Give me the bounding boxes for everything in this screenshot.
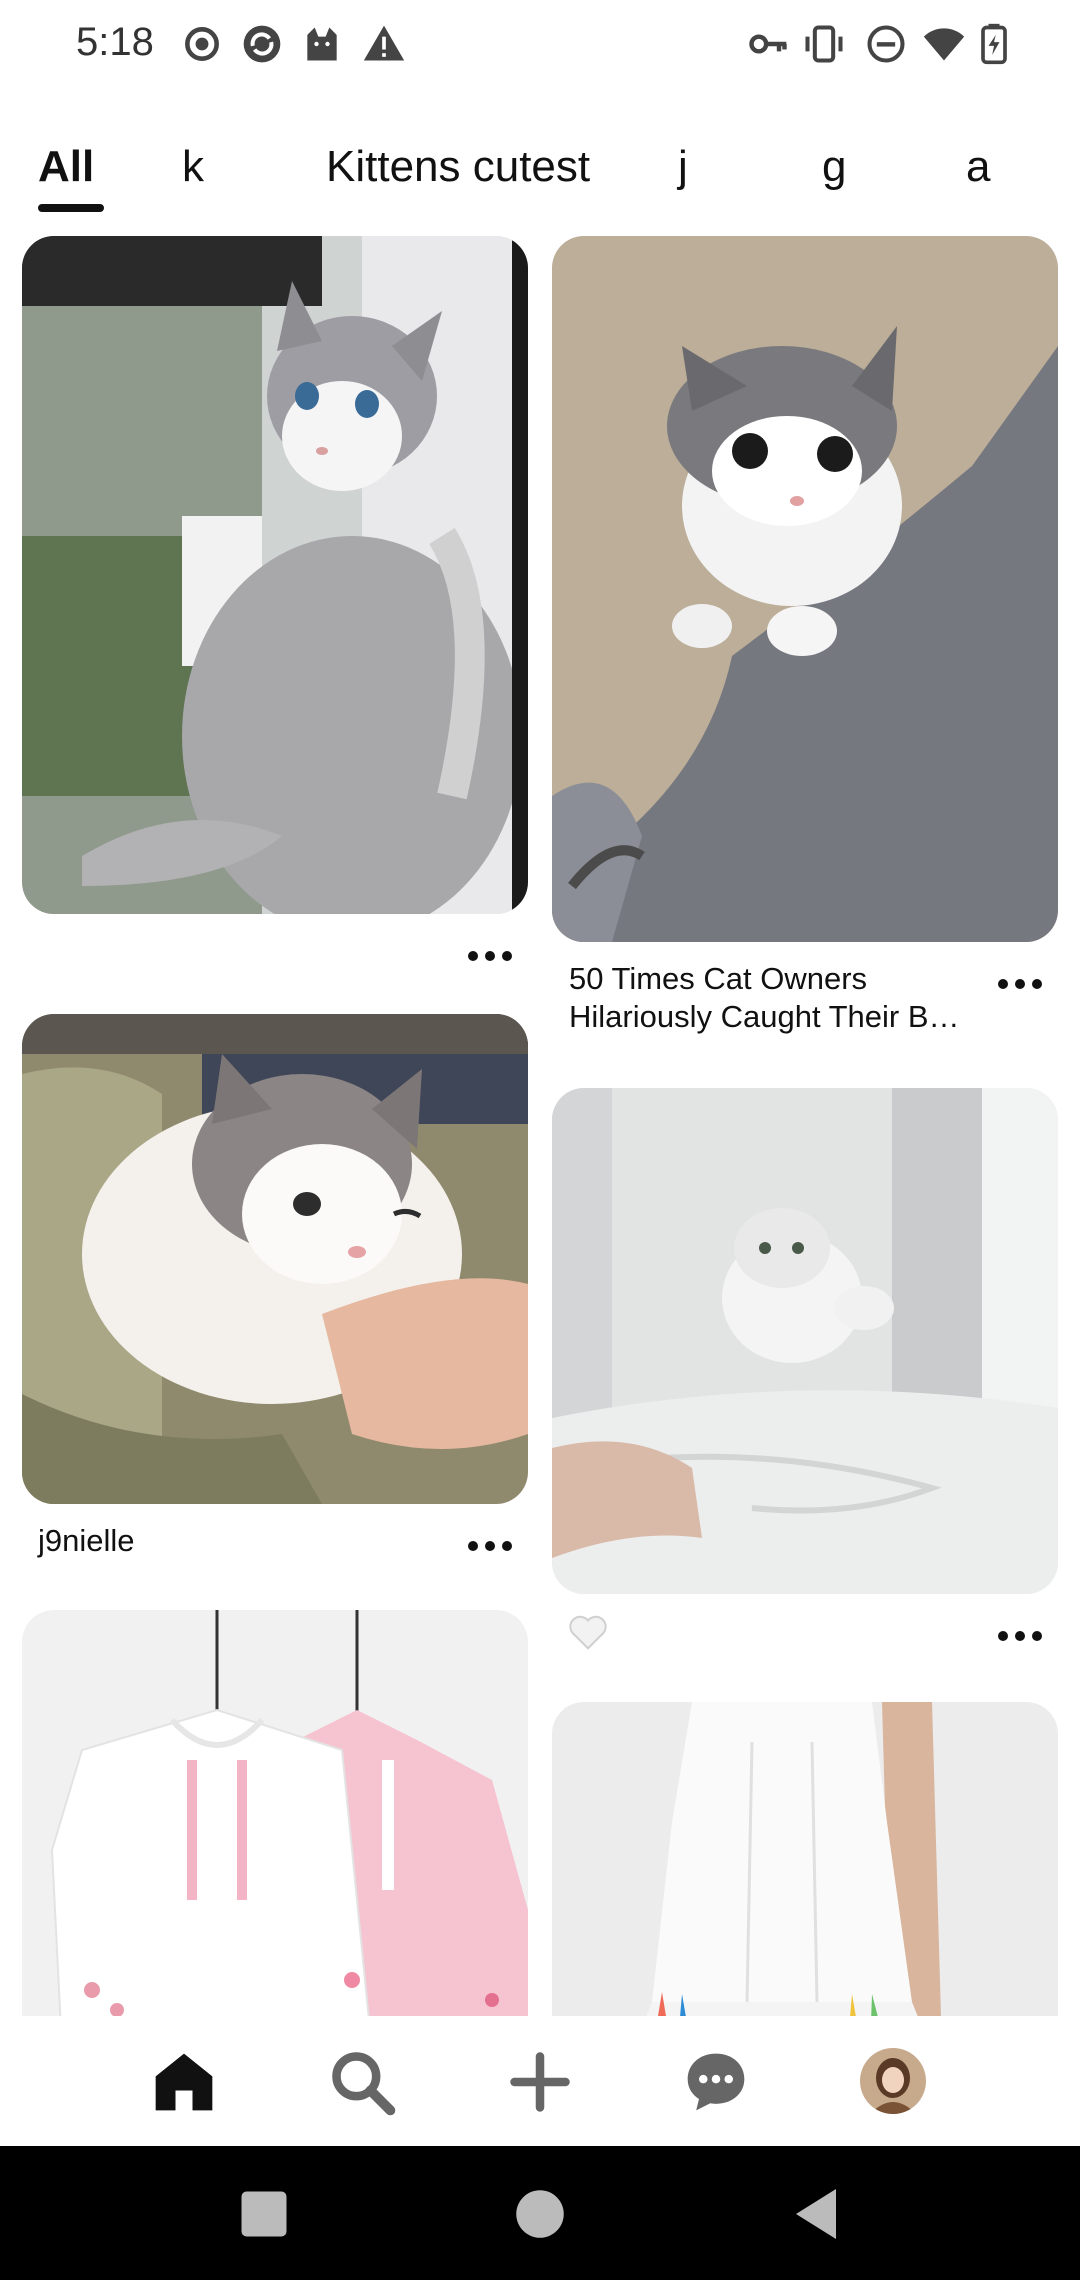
vibrate-icon xyxy=(802,22,846,66)
pin-more-button[interactable] xyxy=(990,964,1050,1004)
tab-kittens-cutest[interactable]: Kittens cutest xyxy=(326,142,590,192)
pin-more-button[interactable] xyxy=(460,936,520,976)
pin-feed[interactable]: 50 Times Cat Owners Hilariously Caught T… xyxy=(0,236,1080,2016)
heart-icon[interactable] xyxy=(568,1614,608,1650)
recents-square[interactable] xyxy=(234,2184,294,2244)
vpn-key-icon xyxy=(746,22,790,66)
cat-icon xyxy=(300,22,344,66)
home-circle[interactable] xyxy=(510,2184,570,2244)
pin-image-kitten-sweater[interactable] xyxy=(552,236,1058,942)
create-plus-icon[interactable] xyxy=(504,2046,576,2118)
bottom-navigation xyxy=(0,2016,1080,2146)
pin-image-hoodies[interactable] xyxy=(22,1610,528,2016)
pin-image-fluffy-cat[interactable] xyxy=(22,1014,528,1504)
battery-charging-icon xyxy=(972,22,1016,66)
active-tab-indicator xyxy=(38,204,104,212)
tab-g[interactable]: g xyxy=(822,142,846,192)
pin-more-button[interactable] xyxy=(990,1616,1050,1656)
status-time: 5:18 xyxy=(76,20,154,64)
record-icon xyxy=(180,22,224,66)
sync-icon xyxy=(240,22,284,66)
profile-avatar[interactable] xyxy=(860,2048,926,2114)
pin-image-dress[interactable] xyxy=(552,1702,1058,2016)
system-navigation-bar xyxy=(0,2146,1080,2280)
board-tabs: All k Kittens cutest j g a xyxy=(0,130,1080,220)
do-not-disturb-icon xyxy=(864,22,908,66)
messages-icon[interactable] xyxy=(680,2046,752,2118)
pin-title[interactable]: j9nielle xyxy=(38,1522,438,1560)
tab-j[interactable]: j xyxy=(678,142,688,192)
tab-a[interactable]: a xyxy=(966,142,990,192)
wifi-icon xyxy=(922,22,966,66)
back-triangle[interactable] xyxy=(786,2184,846,2244)
pin-image-grey-cat[interactable] xyxy=(22,236,528,914)
pin-title[interactable]: 50 Times Cat Owners Hilariously Caught T… xyxy=(569,960,989,1036)
warning-icon xyxy=(362,22,406,66)
home-icon[interactable] xyxy=(148,2046,220,2118)
tab-all[interactable]: All xyxy=(38,142,94,192)
pin-image-jumping-kitten[interactable] xyxy=(552,1088,1058,1594)
pin-more-button[interactable] xyxy=(460,1526,520,1566)
status-bar: 5:18 xyxy=(0,0,1080,90)
tab-k[interactable]: k xyxy=(182,142,204,192)
search-icon[interactable] xyxy=(326,2046,398,2118)
